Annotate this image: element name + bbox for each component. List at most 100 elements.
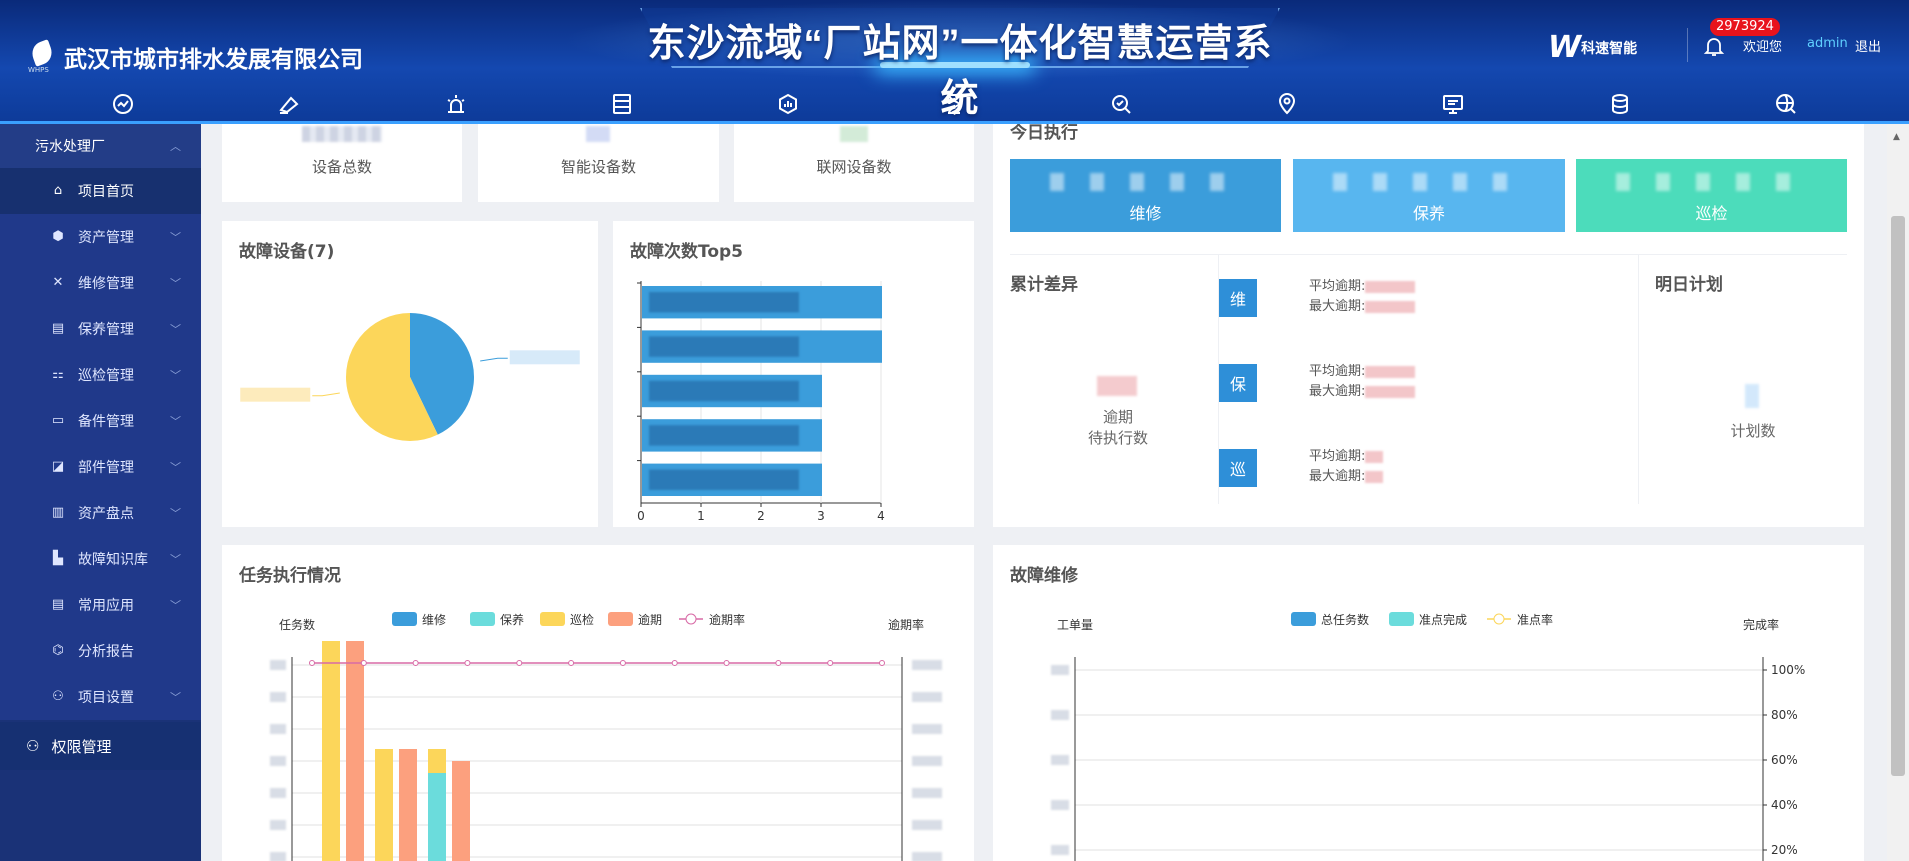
- task-exec-card: 任务执行情况 任务数 逾期率 维修 保养 巡检 逾期 逾期率: [222, 545, 974, 861]
- sidebar-item-label: 维修管理: [78, 276, 134, 292]
- sidebar-item-label: 常用应用: [78, 598, 134, 614]
- tag-repair: 维: [1219, 279, 1257, 317]
- rate-point: [723, 660, 730, 666]
- exec-value: [1616, 173, 1796, 191]
- username-link[interactable]: admin: [1807, 36, 1848, 51]
- rate-point: [827, 660, 834, 666]
- exec-box-repair[interactable]: 维修: [1010, 159, 1281, 232]
- sidebar-item-home[interactable]: ⌂ 项目首页: [0, 168, 201, 214]
- exec-label: 巡检: [1695, 204, 1728, 223]
- analytics-icon[interactable]: [768, 88, 808, 120]
- bar-label-blur: [649, 292, 799, 313]
- rate-point: [568, 660, 575, 666]
- y-tick-label-blur: [270, 660, 286, 670]
- alarm-icon[interactable]: [436, 88, 476, 120]
- sidebar-item-repair[interactable]: ✕ 维修管理 ﹀: [0, 260, 201, 306]
- monitor-icon[interactable]: [269, 88, 309, 120]
- fault-devices-card: 故障设备(7): [222, 221, 598, 527]
- y-tick-label-blur: [270, 852, 286, 861]
- database-icon[interactable]: [1600, 88, 1640, 120]
- vertical-scrollbar[interactable]: ▲: [1887, 124, 1909, 861]
- dashboard-icon[interactable]: [103, 88, 143, 120]
- sidebar-item-reports[interactable]: ⌬ 分析报告: [0, 628, 201, 674]
- legend-swatch: [1389, 612, 1414, 626]
- server-icon[interactable]: [602, 88, 642, 120]
- sidebar-item-assets[interactable]: ⬢ 资产管理 ﹀: [0, 214, 201, 260]
- sidebar-item-label: 巡检管理: [78, 368, 134, 384]
- permission-icon: ⚇: [26, 737, 40, 755]
- overdue-value: [1097, 376, 1137, 396]
- screen-icon[interactable]: [1433, 88, 1473, 120]
- legend-label: 准点完成: [1419, 612, 1467, 627]
- scrollbar-thumb[interactable]: [1891, 216, 1905, 776]
- legend-label: 总任务数: [1321, 612, 1369, 627]
- sidebar-item-permissions[interactable]: ⚇ 权限管理: [0, 722, 201, 770]
- notification-badge[interactable]: 2973924: [1710, 18, 1780, 36]
- app-icon: ▤: [51, 597, 65, 612]
- y2-tick-label: 60%: [1771, 753, 1798, 767]
- y2-tick-label: 80%: [1771, 708, 1798, 722]
- sidebar-item-spares[interactable]: ▭ 备件管理 ﹀: [0, 398, 201, 444]
- sidebar-item-label: 故障知识库: [78, 552, 148, 568]
- chevron-down-icon: ﹀: [170, 323, 181, 336]
- y-tick-label-blur: [270, 756, 286, 766]
- exec-box-maintenance[interactable]: 保养: [1293, 159, 1565, 232]
- settings-search-icon[interactable]: [1101, 88, 1141, 120]
- exec-box-patrol[interactable]: 巡检: [1576, 159, 1847, 232]
- overdue-stats-repair: 平均逾期: 最大逾期:: [1309, 277, 1416, 317]
- rate-point: [879, 660, 885, 666]
- sidebar-item-settings[interactable]: ⚇ 项目设置 ﹀: [0, 674, 201, 720]
- today-exec-title: 今日执行: [1010, 124, 1078, 143]
- logout-button[interactable]: 退出: [1855, 36, 1881, 55]
- fault-repair-card: 故障维修 工单量 完成率 总任务数 准点完成 准点率 100% 80% 60% 40% 20%: [993, 545, 1864, 861]
- stat-label: 设备总数: [311, 158, 372, 176]
- company-logo-icon: [28, 40, 58, 74]
- stat-value: [586, 126, 610, 142]
- sidebar-group-plant[interactable]: 污水处理厂 ︿: [0, 124, 201, 168]
- chevron-down-icon: ﹀: [170, 553, 181, 566]
- sidebar-item-label: 项目设置: [78, 690, 134, 706]
- hourglass-icon[interactable]: [934, 88, 974, 120]
- y-axis-label: 任务数: [279, 617, 315, 632]
- stat-label: 联网设备数: [816, 158, 892, 176]
- pie-label-line: [312, 392, 340, 397]
- y2-axis-label: 逾期率: [888, 617, 924, 632]
- y2-tick-label-blur: [912, 660, 942, 670]
- sidebar-item-components[interactable]: ◪ 部件管理 ﹀: [0, 444, 201, 490]
- sidebar-item-label: 权限管理: [51, 737, 112, 756]
- sidebar-item-label: 保养管理: [78, 322, 134, 338]
- library-icon: ▙: [53, 551, 63, 566]
- sidebar-item-maintenance[interactable]: ▤ 保养管理 ﹀: [0, 306, 201, 352]
- x-tick-label: 3: [817, 509, 825, 523]
- overdue-label-1: 逾期: [1102, 408, 1133, 426]
- company-logo: 武汉市城市排水发展有限公司: [28, 40, 363, 74]
- legend-swatch-marker: [685, 613, 697, 625]
- chevron-down-icon: ﹀: [170, 277, 181, 290]
- sidebar-item-patrol[interactable]: ⚏ 巡检管理 ﹀: [0, 352, 201, 398]
- chevron-down-icon: ﹀: [170, 369, 181, 382]
- welcome-text: 欢迎您: [1743, 40, 1783, 55]
- y2-tick-label: 40%: [1771, 798, 1798, 812]
- stat-card-networked: 联网设备数: [734, 124, 974, 202]
- scroll-up-icon[interactable]: ▲: [1893, 132, 1900, 142]
- map-pin-icon[interactable]: [1267, 88, 1307, 120]
- avg-overdue-value: [1365, 280, 1416, 293]
- y-tick-label-blur: [1051, 845, 1069, 855]
- max-overdue-value: [1365, 470, 1384, 483]
- global-search-icon[interactable]: [1766, 88, 1806, 120]
- divider: [1638, 254, 1639, 504]
- y-tick-label-blur: [270, 820, 286, 830]
- sidebar-item-inventory[interactable]: ▥ 资产盘点 ﹀: [0, 490, 201, 536]
- sidebar-item-knowledge[interactable]: ▙ 故障知识库 ﹀: [0, 536, 201, 582]
- max-overdue-label: 最大逾期:: [1309, 299, 1366, 314]
- bell-icon[interactable]: [1702, 34, 1728, 60]
- divider: [1010, 254, 1847, 255]
- max-overdue-value: [1365, 385, 1416, 398]
- chevron-down-icon: ﹀: [170, 461, 181, 474]
- header-separator: [1687, 28, 1688, 62]
- rate-point: [619, 660, 626, 666]
- tomorrow-value: [1745, 384, 1759, 408]
- sidebar-item-apps[interactable]: ▤ 常用应用 ﹀: [0, 582, 201, 628]
- y-tick-label-blur: [1051, 710, 1069, 720]
- inventory-icon: ▥: [51, 505, 65, 520]
